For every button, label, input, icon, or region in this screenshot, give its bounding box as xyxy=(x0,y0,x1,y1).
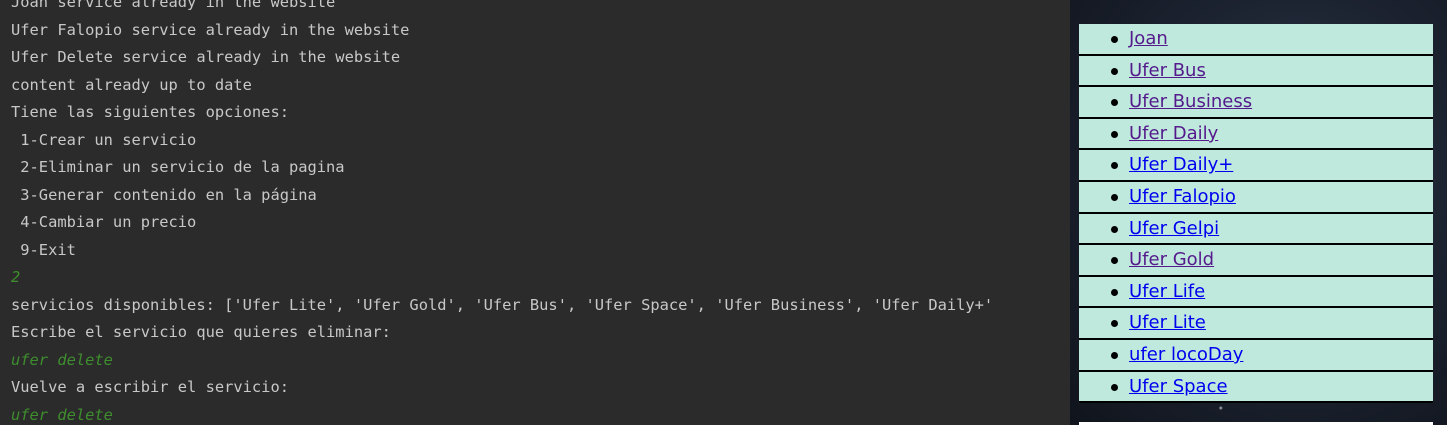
console-output-line: Escribe el servicio que quieres eliminar… xyxy=(11,323,391,341)
console-output-line: Ufer Falopio service already in the webs… xyxy=(11,20,410,39)
service-link[interactable]: Ufer Space xyxy=(1129,376,1228,397)
service-link[interactable]: Joan xyxy=(1129,28,1168,49)
service-list-item: Ufer Falopio xyxy=(1079,181,1433,214)
service-link[interactable]: Ufer Life xyxy=(1129,281,1205,302)
bullet-icon xyxy=(1111,162,1118,170)
service-list-item: Ufer Daily xyxy=(1079,118,1433,151)
bullet-icon xyxy=(1111,320,1118,328)
service-link[interactable]: Ufer Business xyxy=(1129,91,1252,112)
service-link[interactable]: Ufer Gelpi xyxy=(1129,218,1219,239)
bullet-icon xyxy=(1111,130,1118,138)
console-output-line: content already up to date xyxy=(11,75,252,94)
browser-page: Joan Ufer Bus Ufer Business Ufer Daily Ufer … xyxy=(1070,0,1447,425)
service-list-item: Ufer Life xyxy=(1079,276,1433,309)
service-list-item: Joan xyxy=(1079,24,1433,56)
bullet-icon xyxy=(1111,351,1118,359)
console-output-line: 3-Generar contenido en la página xyxy=(11,185,317,204)
service-link[interactable]: Ufer Daily xyxy=(1129,123,1218,144)
console-input-line: ufer delete xyxy=(11,350,113,369)
service-list: Joan Ufer Bus Ufer Business Ufer Daily Ufer … xyxy=(1079,24,1433,404)
bullet-icon xyxy=(1111,67,1118,75)
service-list-item: Ufer Daily+ xyxy=(1079,150,1433,182)
service-link[interactable]: Ufer Falopio xyxy=(1129,186,1236,207)
service-link[interactable]: Ufer Gold xyxy=(1129,249,1214,270)
bullet-icon xyxy=(1111,36,1118,43)
bullet-icon xyxy=(1111,288,1118,296)
service-list-item: Ufer Gold xyxy=(1079,245,1433,277)
service-list-item: Ufer Business xyxy=(1079,87,1433,119)
console-output-line: 2-Eliminar un servicio de la pagina xyxy=(11,158,345,176)
bullet-icon xyxy=(1111,257,1118,265)
console-output-line: Vuelve a escribir el servicio: xyxy=(11,378,289,396)
bullet-icon xyxy=(1111,383,1118,391)
console-output: Joan service already in the website Ufer … xyxy=(11,0,993,425)
service-link[interactable]: ufer locoDay xyxy=(1129,344,1243,365)
bullet-icon xyxy=(1111,225,1118,233)
service-link[interactable]: Ufer Daily+ xyxy=(1129,154,1233,175)
service-list-item: Ufer Gelpi xyxy=(1079,213,1433,246)
console-output-line: Ufer Delete service already in the websi… xyxy=(11,48,401,66)
console-panel: Joan service already in the website Ufer … xyxy=(0,0,1070,425)
bullet-icon xyxy=(1111,193,1118,201)
service-list-item: Ufer Lite xyxy=(1079,308,1433,340)
service-link[interactable]: Ufer Bus xyxy=(1129,60,1206,81)
bullet-icon xyxy=(1111,99,1118,107)
console-output-line: 4-Cambiar un precio xyxy=(11,213,197,231)
console-input-line: 2 xyxy=(11,268,21,286)
service-list-item: Ufer Space xyxy=(1079,371,1433,404)
console-output-line: Tiene las siguientes opciones: xyxy=(11,103,289,121)
console-input-line: ufer delete xyxy=(11,405,113,424)
service-list-item: Ufer Bus xyxy=(1079,55,1433,88)
console-output-line: 9-Exit xyxy=(11,240,76,259)
console-output-line: 1-Crear un servicio xyxy=(11,130,197,149)
service-list-item: ufer locoDay xyxy=(1079,339,1433,372)
console-output-line: servicios disponibles: ['Ufer Lite', 'Uf… xyxy=(11,295,994,314)
service-link[interactable]: Ufer Lite xyxy=(1129,312,1206,333)
console-output-line: Joan service already in the website xyxy=(11,0,336,11)
